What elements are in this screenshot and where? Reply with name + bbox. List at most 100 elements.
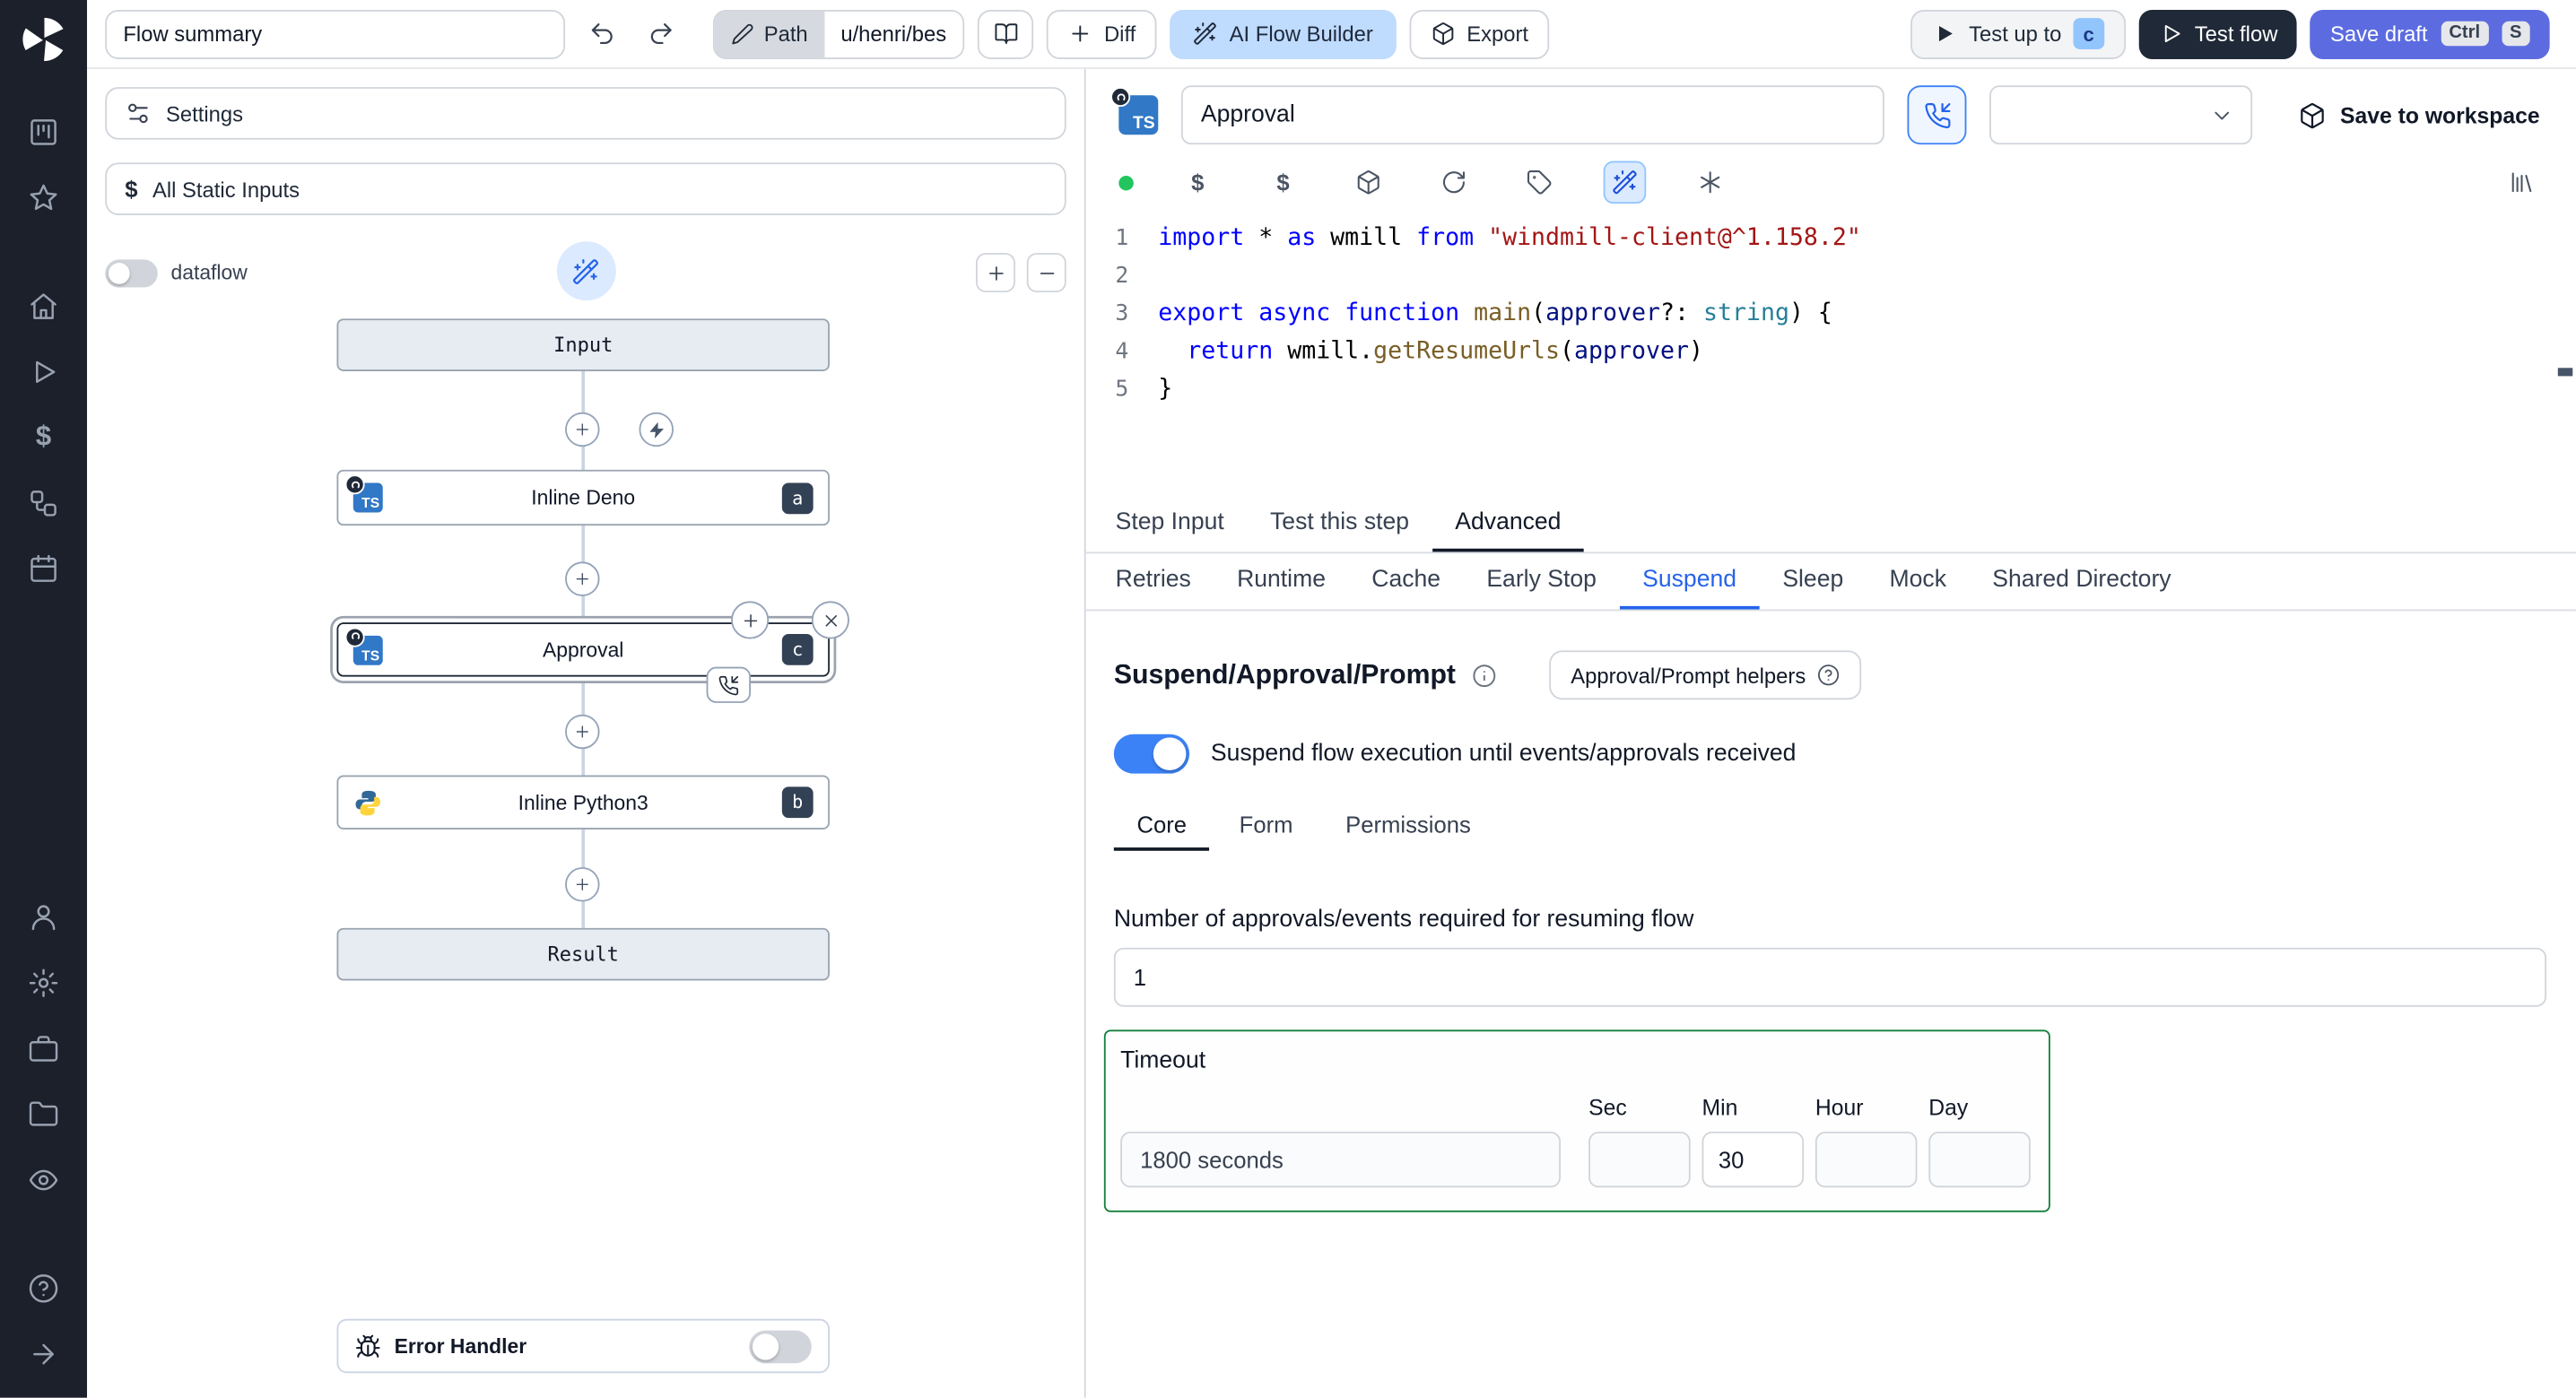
tab-mock[interactable]: Mock: [1867, 553, 1970, 609]
flow-canvas[interactable]: Input TS Inline Deno a TS Approval c Inl…: [87, 304, 1084, 1398]
variables-nav-button[interactable]: $: [14, 409, 74, 465]
path-button[interactable]: Path u/henri/bes: [712, 9, 965, 59]
zoom-out-button[interactable]: [1026, 253, 1066, 293]
timeout-day-input[interactable]: [1928, 1131, 2031, 1188]
flow-node-result[interactable]: Result: [336, 927, 830, 981]
tab-retries[interactable]: Retries: [1092, 553, 1214, 609]
phone-incoming-icon: [1923, 101, 1951, 129]
insert-step-button[interactable]: [565, 412, 600, 447]
tag-button[interactable]: [1518, 161, 1561, 204]
asterisk-icon: [1697, 169, 1723, 195]
dependencies-button[interactable]: [1347, 161, 1390, 204]
suspend-indicator-chip[interactable]: [706, 666, 752, 703]
approval-prompt-helpers-button[interactable]: Approval/Prompt helpers: [1549, 650, 1862, 700]
zoom-in-button[interactable]: [975, 253, 1015, 293]
chevron-down-icon: [2210, 102, 2234, 126]
tab-runtime[interactable]: Runtime: [1214, 553, 1348, 609]
undo-button[interactable]: [579, 11, 624, 56]
folders-nav-button[interactable]: [14, 1086, 74, 1142]
flow-settings-button[interactable]: Settings: [105, 87, 1066, 140]
tab-core[interactable]: Core: [1113, 802, 1210, 851]
code-editor[interactable]: 1 import * as wmill from "windmill-client…: [1086, 213, 2576, 496]
insert-step-button[interactable]: [565, 561, 600, 596]
tab-permissions[interactable]: Permissions: [1322, 802, 1493, 851]
bolt-icon: [647, 420, 666, 439]
flow-step-inline-deno[interactable]: TS Inline Deno a: [336, 469, 830, 526]
all-static-inputs-button[interactable]: $ All Static Inputs: [105, 162, 1066, 215]
step-name-input[interactable]: [1180, 85, 1884, 145]
resources-nav-button[interactable]: [14, 474, 74, 530]
tab-cache[interactable]: Cache: [1349, 553, 1464, 609]
test-flow-button[interactable]: Test flow: [2138, 9, 2298, 59]
timeout-summary-input[interactable]: [1120, 1131, 1562, 1188]
audit-logs-nav-button[interactable]: [14, 1151, 74, 1207]
library-panel-button[interactable]: [2501, 161, 2544, 204]
code-lines: 1 import * as wmill from "windmill-client…: [1115, 224, 1861, 403]
insert-step-button[interactable]: [565, 867, 600, 902]
error-handler-node[interactable]: Error Handler: [336, 1318, 830, 1374]
error-handler-toggle[interactable]: [749, 1329, 812, 1363]
tab-sleep[interactable]: Sleep: [1760, 553, 1867, 609]
typescript-icon: TS: [344, 626, 383, 664]
favorites-nav-button[interactable]: [14, 169, 74, 225]
dataflow-toggle[interactable]: [105, 258, 158, 287]
variable-picker-button[interactable]: $: [1176, 161, 1219, 204]
reload-button[interactable]: [1432, 161, 1475, 204]
ai-step-wand-button[interactable]: [555, 241, 615, 301]
save-to-workspace-button[interactable]: Save to workspace: [2289, 100, 2549, 131]
runs-nav-button[interactable]: [14, 343, 74, 399]
home-nav-button[interactable]: [14, 278, 74, 334]
ai-assistant-button[interactable]: [1603, 161, 1647, 204]
tab-advanced[interactable]: Advanced: [1432, 496, 1585, 552]
format-button[interactable]: [1689, 161, 1732, 204]
timeout-min-input[interactable]: [1701, 1131, 1805, 1188]
tab-form[interactable]: Form: [1216, 802, 1316, 851]
move-step-button[interactable]: [731, 601, 770, 639]
tab-test-this-step[interactable]: Test this step: [1247, 496, 1432, 551]
approvals-count-input[interactable]: [1113, 947, 2546, 1007]
redo-button[interactable]: [638, 11, 683, 56]
insert-trigger-button[interactable]: [639, 412, 674, 447]
approvals-count-label: Number of approvals/events required for …: [1113, 907, 1694, 933]
ai-flow-builder-button[interactable]: AI Flow Builder: [1170, 9, 1397, 59]
resource-picker-button[interactable]: $: [1262, 161, 1305, 204]
node-label: Inline Python3: [518, 790, 648, 814]
tab-step-input[interactable]: Step Input: [1092, 496, 1247, 551]
flow-step-inline-python3[interactable]: Inline Python3 b: [336, 775, 830, 829]
tab-early-stop[interactable]: Early Stop: [1464, 553, 1620, 609]
export-button[interactable]: Export: [1409, 9, 1550, 59]
flow-node-input[interactable]: Input: [336, 318, 830, 371]
helpers-label: Approval/Prompt helpers: [1571, 663, 1806, 688]
timeout-sec-input[interactable]: [1588, 1131, 1691, 1188]
workers-nav-button[interactable]: [14, 1020, 74, 1075]
test-up-to-button[interactable]: Test up to c: [1911, 9, 2126, 59]
path-edit-segment[interactable]: Path: [714, 10, 825, 57]
users-nav-button[interactable]: [14, 889, 74, 944]
tab-shared-directory[interactable]: Shared Directory: [1970, 553, 2195, 609]
step-badge: c: [2073, 18, 2105, 49]
save-draft-button[interactable]: Save draft Ctrl S: [2311, 9, 2550, 59]
suspend-toggle[interactable]: [1113, 734, 1190, 774]
timeout-fieldset: Timeout Sec Min: [1103, 1029, 2050, 1212]
settings-nav-button[interactable]: [14, 954, 74, 1010]
apps-nav-button[interactable]: [14, 103, 74, 159]
worker-tag-select[interactable]: [1989, 85, 2253, 145]
workflow-icon: [28, 487, 59, 518]
all-static-inputs-label: All Static Inputs: [152, 176, 300, 202]
help-button[interactable]: [14, 1260, 74, 1316]
info-icon[interactable]: [1472, 663, 1496, 687]
docs-button[interactable]: [977, 9, 1034, 59]
suspend-title: Suspend/Approval/Prompt: [1113, 659, 1456, 690]
collapse-rail-button[interactable]: [14, 1325, 74, 1381]
delete-step-button[interactable]: [811, 601, 849, 639]
tab-suspend[interactable]: Suspend: [1619, 553, 1760, 610]
typescript-icon: TS: [1110, 87, 1159, 135]
phone-incoming-icon: [718, 674, 739, 696]
timeout-hour-input[interactable]: [1815, 1131, 1918, 1188]
insert-step-button[interactable]: [565, 714, 600, 750]
diff-button[interactable]: Diff: [1046, 9, 1158, 59]
schedules-nav-button[interactable]: [14, 541, 74, 596]
suspend-mode-button[interactable]: [1907, 85, 1967, 145]
flow-summary-input[interactable]: [105, 9, 566, 59]
play-icon: [28, 356, 59, 387]
